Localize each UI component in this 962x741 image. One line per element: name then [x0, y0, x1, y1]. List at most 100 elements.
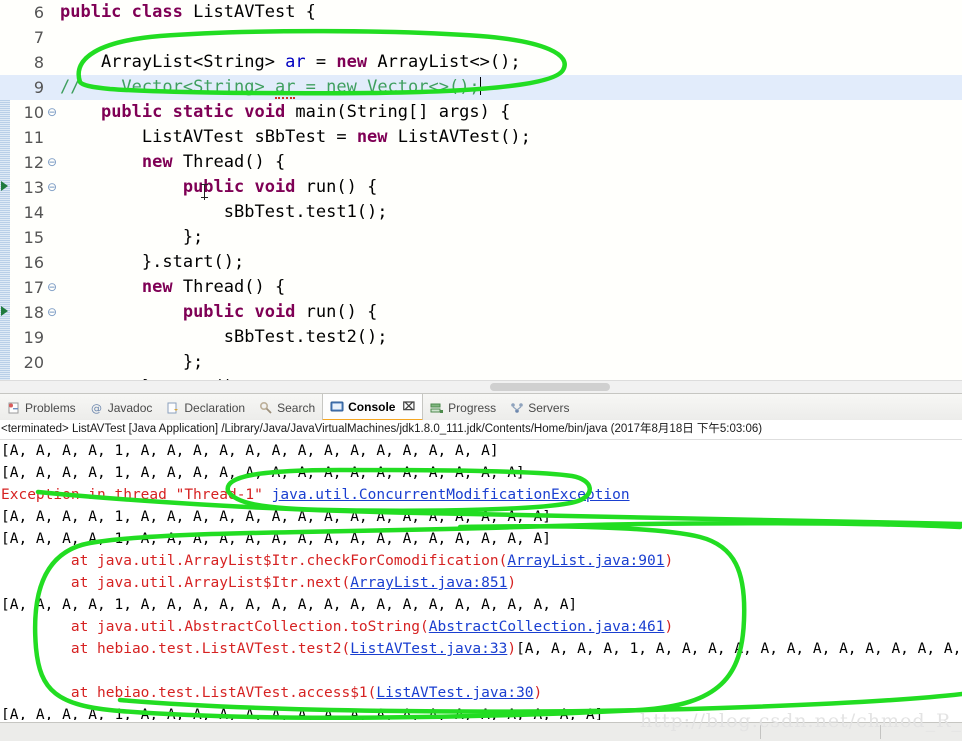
- tab-servers[interactable]: Servers: [503, 395, 576, 420]
- code-line[interactable]: 20 };: [0, 350, 962, 375]
- code-fold-icon[interactable]: ⊖: [46, 300, 58, 325]
- line-number: 17: [23, 278, 44, 297]
- code-line[interactable]: 7: [0, 25, 962, 50]
- tab-console[interactable]: Console ⌧: [322, 394, 424, 421]
- code-line[interactable]: 12 ⊖ new Thread() {: [0, 150, 962, 175]
- tab-search[interactable]: Search: [252, 395, 322, 420]
- code-line[interactable]: 13 ⊖ public void run() {: [0, 175, 962, 200]
- code-fold-icon[interactable]: ⊖: [46, 275, 58, 300]
- console-text: [A, A, A, A, 1, A, A, A, A, A, A, A, A, …: [1, 707, 604, 720]
- code-text: sBbTest.test1();: [60, 202, 388, 222]
- console-text: [A, A, A, A, 1, A, A, A, A, A, A, A, A, …: [1, 531, 551, 547]
- code-fold-icon[interactable]: ⊖: [46, 150, 58, 175]
- console-text: [A, A, A, A, 1, A, A, A, A, A, A, A, A, …: [516, 641, 962, 657]
- console-line: [A, A, A, A, 1, A, A, A, A, A, A, A, A, …: [0, 506, 962, 528]
- console-text: ): [533, 685, 543, 701]
- code-editor[interactable]: 6 public class ListAVTest { 7 8 ArrayList<S…: [0, 0, 962, 393]
- console-view[interactable]: <terminated> ListAVTest [Java Applicatio…: [0, 420, 962, 720]
- line-number: 7: [33, 28, 44, 47]
- text-mouse-cursor: [201, 184, 208, 200]
- tab-label: Declaration: [184, 400, 246, 415]
- stacktrace-link[interactable]: java.util.ConcurrentModificationExceptio…: [272, 487, 630, 503]
- console-launch-header: <terminated> ListAVTest [Java Applicatio…: [0, 420, 962, 440]
- console-line: Exception in thread "Thread-1" java.util…: [0, 484, 962, 506]
- stacktrace-link[interactable]: ListAVTest.java:33: [350, 641, 507, 657]
- code-line[interactable]: 18 ⊖ public void run() {: [0, 300, 962, 325]
- editor-horizontal-scrollbar[interactable]: [0, 380, 962, 393]
- code-line[interactable]: 19 sBbTest.test2();: [0, 325, 962, 350]
- code-text: public class ListAVTest {: [60, 2, 316, 22]
- console-text: [A, A, A, A, 1, A, A, A, A, A, A, A, A, …: [1, 443, 499, 459]
- view-tab-bar[interactable]: Problems @ Javadoc Declaration Search Console…: [0, 393, 962, 422]
- console-line: at hebiao.test.ListAVTest.test2(ListAVTe…: [0, 638, 962, 660]
- console-line: at java.util.ArrayList$Itr.next(ArrayLis…: [0, 572, 962, 594]
- console-icon: [330, 400, 344, 414]
- code-line[interactable]: 17 ⊖ new Thread() {: [0, 275, 962, 300]
- stacktrace-link[interactable]: ArrayList.java:851: [350, 575, 507, 591]
- code-text: };: [60, 352, 204, 372]
- tab-label: Problems: [25, 400, 76, 415]
- servers-icon: [510, 401, 524, 415]
- text-caret: [479, 77, 481, 95]
- code-line[interactable]: 11 ListAVTest sBbTest = new ListAVTest()…: [0, 125, 962, 150]
- code-line[interactable]: 9 // Vector<String> ar = new Vector<>();: [0, 75, 962, 100]
- stacktrace-link[interactable]: AbstractCollection.java:461: [429, 619, 665, 635]
- console-line: at java.util.ArrayList$Itr.checkForComod…: [0, 550, 962, 572]
- tab-progress[interactable]: Progress: [423, 395, 503, 420]
- code-line[interactable]: 6 public class ListAVTest {: [0, 0, 962, 25]
- code-line-list: 6 public class ListAVTest { 7 8 ArrayList<S…: [0, 0, 962, 393]
- tab-declaration[interactable]: Declaration: [159, 395, 252, 420]
- console-text: [A, A, A, A, 1, A, A, A, A, A, A, A, A, …: [1, 509, 551, 525]
- console-text: at hebiao.test.ListAVTest.access$1(: [1, 685, 377, 701]
- console-text: at hebiao.test.ListAVTest.test2(: [1, 641, 351, 657]
- code-text: };: [60, 227, 204, 247]
- console-text: ): [507, 641, 517, 657]
- code-line[interactable]: 8 ArrayList<String> ar = new ArrayList<>…: [0, 50, 962, 75]
- code-text: }.start();: [60, 252, 245, 272]
- console-line: [A, A, A, A, 1, A, A, A, A, A, A, A, A, …: [0, 440, 962, 462]
- line-number: 12: [23, 153, 44, 172]
- line-number: 15: [23, 228, 44, 247]
- console-line: [A, A, A, A, 1, A, A, A, A, A, A, A, A, …: [0, 462, 962, 484]
- code-text: sBbTest.test2();: [60, 327, 388, 347]
- console-text: ): [664, 619, 674, 635]
- tab-problems[interactable]: Problems: [0, 395, 83, 420]
- console-text: ): [507, 575, 517, 591]
- declaration-icon: [166, 401, 180, 415]
- svg-text:@: @: [91, 402, 102, 415]
- console-text: [A, A, A, A, 1, A, A, A, A, A, A, A, A, …: [1, 597, 578, 613]
- tab-label: Progress: [448, 400, 497, 415]
- stacktrace-link[interactable]: ArrayList.java:901: [507, 553, 664, 569]
- console-text: ): [664, 553, 674, 569]
- line-number: 6: [33, 3, 44, 22]
- line-number: 10: [23, 103, 44, 122]
- line-number: 18: [23, 303, 44, 322]
- code-line[interactable]: 16 }.start();: [0, 250, 962, 275]
- console-text: at java.util.ArrayList$Itr.next(: [1, 575, 351, 591]
- search-icon: [259, 401, 273, 415]
- tab-label: Servers: [528, 400, 570, 415]
- line-number: 11: [23, 128, 44, 147]
- editor-scrollbar-thumb[interactable]: [490, 383, 610, 391]
- tab-label: Console: [348, 399, 396, 414]
- console-output: [A, A, A, A, 1, A, A, A, A, A, A, A, A, …: [0, 440, 962, 720]
- code-text: // Vector<String> ar = new Vector<>();: [60, 77, 481, 99]
- tab-javadoc[interactable]: @ Javadoc: [83, 395, 160, 420]
- tab-label: Search: [277, 400, 316, 415]
- code-fold-icon[interactable]: ⊖: [46, 100, 58, 125]
- console-line: at hebiao.test.ListAVTest.access$1(ListA…: [0, 682, 962, 704]
- progress-icon: [430, 401, 444, 415]
- code-line[interactable]: 10 ⊖ public static void main(String[] arg…: [0, 100, 962, 125]
- stacktrace-link[interactable]: ListAVTest.java:30: [376, 685, 533, 701]
- code-line[interactable]: 14 sBbTest.test1();: [0, 200, 962, 225]
- code-text: new Thread() {: [141, 277, 286, 297]
- javadoc-icon: @: [90, 401, 104, 415]
- line-number: 13: [23, 178, 44, 197]
- close-icon[interactable]: ⌧: [402, 400, 415, 413]
- code-text: public void run() {: [182, 177, 378, 197]
- code-line[interactable]: 15 };: [0, 225, 962, 250]
- code-fold-icon[interactable]: ⊖: [46, 175, 58, 200]
- code-text: public static void main(String[] args) {: [100, 102, 511, 122]
- code-text: ListAVTest sBbTest = new ListAVTest();: [60, 127, 531, 147]
